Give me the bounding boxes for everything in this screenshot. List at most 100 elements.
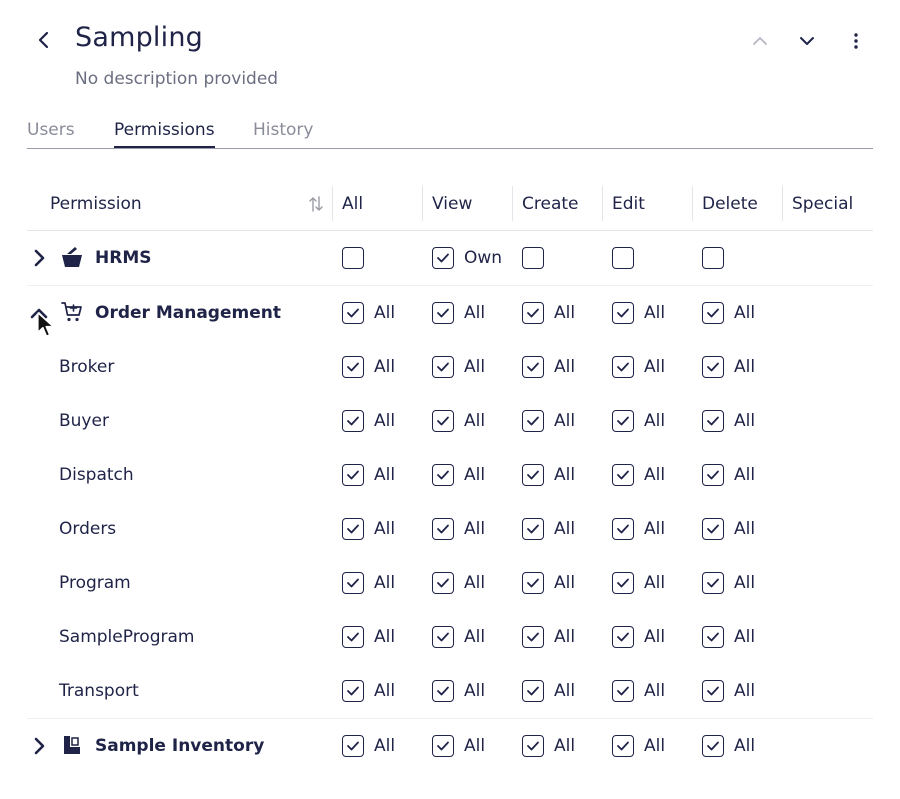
checkbox-edit[interactable]: [612, 247, 634, 269]
checkbox-edit[interactable]: [612, 735, 634, 757]
check-icon: [347, 741, 359, 751]
next-item-button[interactable]: [793, 28, 821, 54]
scope-label: All: [464, 681, 486, 701]
expand-button[interactable]: [27, 734, 51, 758]
checkbox-view[interactable]: [432, 464, 454, 486]
check-icon: [347, 632, 359, 642]
checkbox-create[interactable]: [522, 572, 544, 594]
checkbox-view[interactable]: [432, 680, 454, 702]
checkbox-create[interactable]: [522, 680, 544, 702]
cell-edit: All: [612, 286, 665, 340]
checkbox-all[interactable]: [342, 410, 364, 432]
checkbox-create[interactable]: [522, 247, 544, 269]
tab-history[interactable]: History: [253, 120, 313, 140]
checkbox-edit[interactable]: [612, 626, 634, 648]
checkbox-all[interactable]: [342, 464, 364, 486]
checkbox-delete[interactable]: [702, 356, 724, 378]
checkbox-delete[interactable]: [702, 572, 724, 594]
checkbox-view[interactable]: [432, 518, 454, 540]
checkbox-all[interactable]: [342, 356, 364, 378]
tab-permissions[interactable]: Permissions: [114, 120, 215, 148]
checkbox-edit[interactable]: [612, 518, 634, 540]
checkbox-view[interactable]: [432, 302, 454, 324]
page-header: Sampling No description provided: [0, 0, 900, 100]
checkbox-delete[interactable]: [702, 302, 724, 324]
scope-label: All: [644, 357, 666, 377]
cell-all: All: [342, 719, 395, 773]
checkbox-all[interactable]: [342, 572, 364, 594]
cell-view: All: [432, 394, 485, 448]
permissions-table: Permission All View Create Edit Delete S…: [27, 176, 873, 773]
group-label: Sample Inventory: [95, 736, 265, 756]
page-description: No description provided: [75, 69, 279, 89]
cell-view: All: [432, 286, 485, 340]
check-icon: [527, 362, 539, 372]
expand-button[interactable]: [27, 246, 51, 270]
check-icon: [707, 741, 719, 751]
column-header-create: Create: [512, 186, 602, 221]
more-vertical-icon: [854, 33, 858, 49]
checkbox-view[interactable]: [432, 410, 454, 432]
checkbox-delete[interactable]: [702, 518, 724, 540]
cell-create: All: [522, 664, 575, 718]
checkbox-view[interactable]: [432, 247, 454, 269]
checkbox-delete[interactable]: [702, 626, 724, 648]
checkbox-create[interactable]: [522, 302, 544, 324]
child-label: Dispatch: [59, 465, 134, 485]
scope-label: All: [734, 465, 756, 485]
checkbox-view[interactable]: [432, 572, 454, 594]
checkbox-view[interactable]: [432, 626, 454, 648]
checkbox-edit[interactable]: [612, 680, 634, 702]
checkbox-all[interactable]: [342, 680, 364, 702]
cell-delete: All: [702, 719, 755, 773]
checkbox-edit[interactable]: [612, 302, 634, 324]
checkbox-delete[interactable]: [702, 464, 724, 486]
scope-label: All: [464, 736, 486, 756]
checkbox-edit[interactable]: [612, 356, 634, 378]
checkbox-edit[interactable]: [612, 572, 634, 594]
check-icon: [707, 416, 719, 426]
chevron-left-icon: [38, 31, 49, 49]
collapse-button[interactable]: [27, 301, 51, 325]
more-options-button[interactable]: [842, 28, 870, 54]
checkbox-all[interactable]: [342, 247, 364, 269]
check-icon: [437, 632, 449, 642]
cell-delete: All: [702, 556, 755, 610]
child-row: Broker All All All All All: [27, 340, 873, 394]
check-icon: [437, 524, 449, 534]
sort-icon[interactable]: [309, 195, 323, 217]
check-icon: [617, 686, 629, 696]
checkbox-delete[interactable]: [702, 680, 724, 702]
previous-item-button[interactable]: [746, 28, 774, 54]
checkbox-view[interactable]: [432, 735, 454, 757]
checkbox-all[interactable]: [342, 302, 364, 324]
check-icon: [437, 362, 449, 372]
back-button[interactable]: [30, 26, 58, 54]
scope-label: Own: [464, 248, 503, 268]
scope-label: All: [644, 519, 666, 539]
checkbox-edit[interactable]: [612, 464, 634, 486]
checkbox-all[interactable]: [342, 626, 364, 648]
checkbox-edit[interactable]: [612, 410, 634, 432]
checkbox-create[interactable]: [522, 518, 544, 540]
checkbox-view[interactable]: [432, 356, 454, 378]
checkbox-create[interactable]: [522, 735, 544, 757]
cell-delete: All: [702, 502, 755, 556]
checkbox-create[interactable]: [522, 626, 544, 648]
cell-create: All: [522, 394, 575, 448]
tab-users[interactable]: Users: [27, 120, 75, 140]
page-title: Sampling: [75, 22, 203, 53]
checkbox-delete[interactable]: [702, 735, 724, 757]
scope-label: All: [554, 357, 576, 377]
check-icon: [437, 470, 449, 480]
check-icon: [707, 632, 719, 642]
checkbox-delete[interactable]: [702, 410, 724, 432]
scope-label: All: [554, 303, 576, 323]
checkbox-delete[interactable]: [702, 247, 724, 269]
check-icon: [437, 416, 449, 426]
checkbox-create[interactable]: [522, 356, 544, 378]
checkbox-create[interactable]: [522, 464, 544, 486]
checkbox-all[interactable]: [342, 518, 364, 540]
checkbox-create[interactable]: [522, 410, 544, 432]
checkbox-all[interactable]: [342, 735, 364, 757]
